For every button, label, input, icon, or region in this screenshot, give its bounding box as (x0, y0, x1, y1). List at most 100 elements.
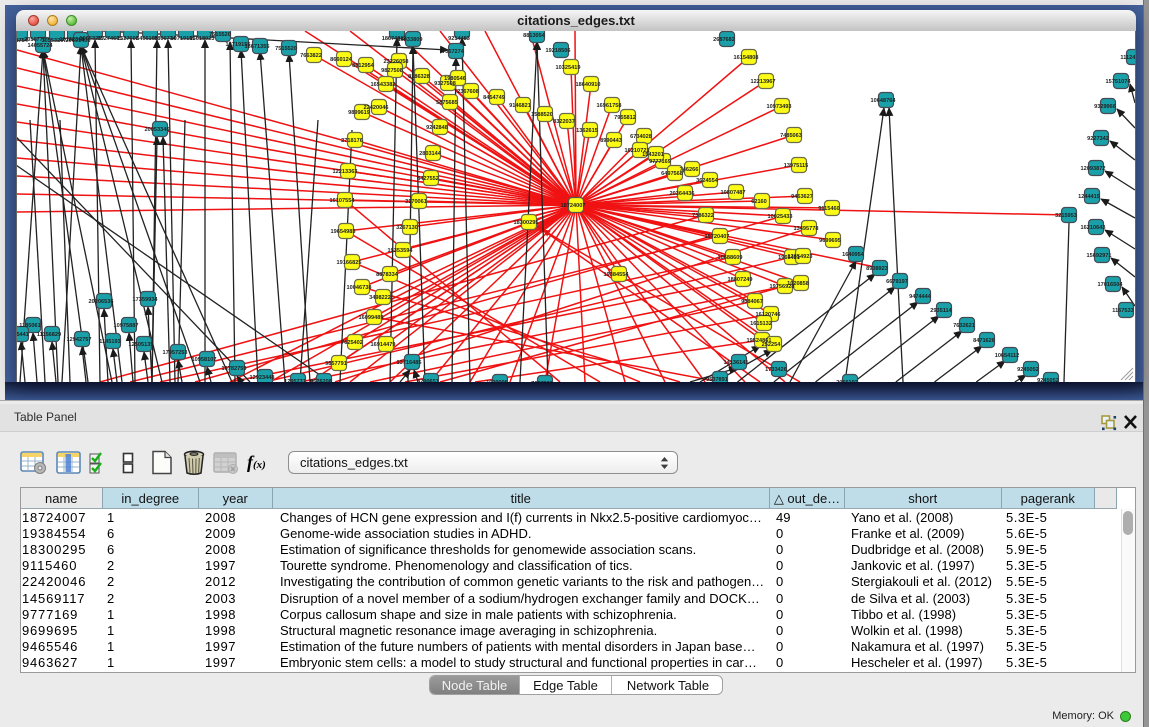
svg-text:13495778: 13495778 (794, 226, 819, 232)
svg-text:9115460: 9115460 (818, 206, 839, 212)
svg-text:7357274: 7357274 (442, 49, 465, 55)
svg-text:252254: 252254 (762, 342, 782, 348)
svg-text:20364436: 20364436 (670, 191, 695, 197)
svg-text:10807487: 10807487 (721, 190, 746, 196)
svg-text:12093872: 12093872 (1081, 166, 1106, 172)
svg-text:8427552: 8427552 (417, 176, 439, 182)
svg-text:3624554: 3624554 (696, 178, 719, 184)
svg-text:3215953: 3215953 (1055, 213, 1077, 219)
svg-text:9474444: 9474444 (909, 294, 932, 300)
svg-text:12942757: 12942757 (67, 337, 92, 343)
svg-text:19166825: 19166825 (337, 260, 362, 266)
svg-text:1615132: 1615132 (750, 321, 772, 327)
svg-text:8454749: 8454749 (483, 95, 505, 101)
svg-text:1185061: 1185061 (19, 323, 40, 329)
svg-text:2056192: 2056192 (836, 380, 858, 382)
svg-text:8938923: 8938923 (866, 266, 888, 272)
svg-text:7657981: 7657981 (531, 381, 553, 382)
svg-text:8290651: 8290651 (417, 379, 439, 382)
svg-text:1733426: 1733426 (765, 367, 787, 373)
svg-text:10046738: 10046738 (347, 285, 372, 291)
svg-text:19384554: 19384554 (604, 272, 630, 278)
svg-text:3498222: 3498222 (369, 295, 391, 301)
svg-text:10688609: 10688609 (718, 255, 743, 261)
svg-text:2718176: 2718176 (341, 138, 363, 144)
svg-text:9242848: 9242848 (426, 125, 448, 131)
svg-text:9245052: 9245052 (1017, 367, 1039, 373)
svg-text:23226058: 23226058 (384, 59, 409, 65)
svg-text:62160: 62160 (751, 199, 767, 205)
svg-text:7386322: 7386322 (692, 213, 714, 219)
svg-text:8878334: 8878334 (376, 272, 399, 278)
svg-text:1588520: 1588520 (531, 112, 553, 118)
svg-text:10975887: 10975887 (114, 323, 139, 329)
svg-text:7485063: 7485063 (780, 133, 802, 139)
svg-text:17016504: 17016504 (1098, 282, 1124, 288)
svg-text:1020095: 1020095 (486, 380, 508, 382)
svg-text:12505135: 12505135 (129, 342, 154, 348)
svg-text:14055724: 14055724 (28, 43, 54, 49)
svg-text:16543382: 16543382 (371, 82, 396, 88)
svg-text:16154808: 16154808 (734, 55, 759, 61)
svg-text:20691406: 20691406 (66, 38, 91, 44)
svg-text:16782759: 16782759 (222, 366, 247, 372)
svg-text:19353594: 19353594 (388, 248, 414, 254)
svg-text:8186328: 8186328 (408, 74, 430, 80)
svg-text:19218506: 19218506 (546, 48, 571, 54)
svg-text:3915441: 3915441 (17, 332, 29, 338)
svg-text:16107554: 16107554 (330, 198, 356, 204)
svg-text:9214483: 9214483 (448, 36, 470, 42)
svg-text:1543201: 1543201 (642, 152, 664, 158)
svg-text:16210643: 16210643 (1081, 225, 1106, 231)
svg-text:12923448: 12923448 (250, 375, 275, 381)
svg-text:1295731: 1295731 (284, 379, 306, 382)
svg-text:10654112: 10654112 (995, 353, 1020, 359)
svg-text:19654985: 19654985 (331, 229, 356, 235)
svg-text:2687682: 2687682 (713, 37, 735, 43)
svg-text:16671355: 16671355 (245, 44, 270, 50)
svg-text:8471626: 8471626 (973, 338, 995, 344)
svg-text:11156829: 11156829 (37, 332, 61, 338)
svg-text:16120746: 16120746 (756, 312, 781, 318)
svg-text:9899619: 9899619 (348, 110, 370, 116)
svg-text:5875685: 5875685 (436, 100, 458, 106)
svg-text:10025433: 10025433 (768, 214, 793, 220)
svg-text:1244415: 1244415 (1078, 194, 1100, 200)
svg-text:7625402: 7625402 (341, 340, 363, 346)
svg-text:15720407: 15720407 (705, 234, 730, 240)
svg-text:9227342: 9227342 (1087, 136, 1109, 142)
svg-text:12213363: 12213363 (333, 169, 358, 175)
svg-text:15751074: 15751074 (1106, 79, 1132, 85)
svg-text:2367608: 2367608 (457, 89, 479, 95)
svg-text:14136141: 14136141 (724, 360, 749, 366)
svg-text:8813054: 8813054 (523, 33, 546, 39)
svg-text:6679197: 6679197 (886, 279, 908, 285)
svg-text:20206536: 20206536 (89, 299, 114, 305)
svg-text:6497568: 6497568 (661, 171, 683, 177)
svg-text:1112408: 1112408 (1120, 55, 1135, 61)
svg-text:1640954: 1640954 (842, 252, 865, 258)
svg-text:10648764: 10648764 (871, 98, 897, 104)
svg-text:17359934: 17359934 (133, 297, 159, 303)
svg-text:13716485: 13716485 (397, 360, 422, 366)
svg-text:9537891: 9537891 (706, 377, 728, 382)
svg-text:13975115: 13975115 (784, 163, 809, 169)
svg-text:3267130: 3267130 (396, 225, 418, 231)
svg-text:17957253: 17957253 (163, 350, 188, 356)
svg-text:18300295: 18300295 (514, 220, 539, 226)
svg-text:1145193: 1145193 (99, 339, 120, 345)
svg-text:2803144: 2803144 (419, 151, 442, 157)
svg-text:9699695: 9699695 (819, 238, 841, 244)
svg-text:16033809: 16033809 (398, 37, 423, 43)
svg-text:16099489: 16099489 (359, 315, 384, 321)
svg-text:9777169: 9777169 (649, 159, 671, 165)
svg-text:7663822: 7663822 (300, 53, 322, 59)
svg-text:8322037: 8322037 (553, 119, 575, 125)
svg-text:18640910: 18640910 (576, 82, 601, 88)
svg-text:1167533: 1167533 (1112, 308, 1133, 314)
svg-text:9463627: 9463627 (791, 194, 813, 200)
svg-text:7515520: 7515520 (209, 32, 231, 38)
svg-text:1362615: 1362615 (576, 128, 598, 134)
svg-text:1020858: 1020858 (787, 281, 809, 287)
svg-text:9084067: 9084067 (741, 299, 763, 305)
